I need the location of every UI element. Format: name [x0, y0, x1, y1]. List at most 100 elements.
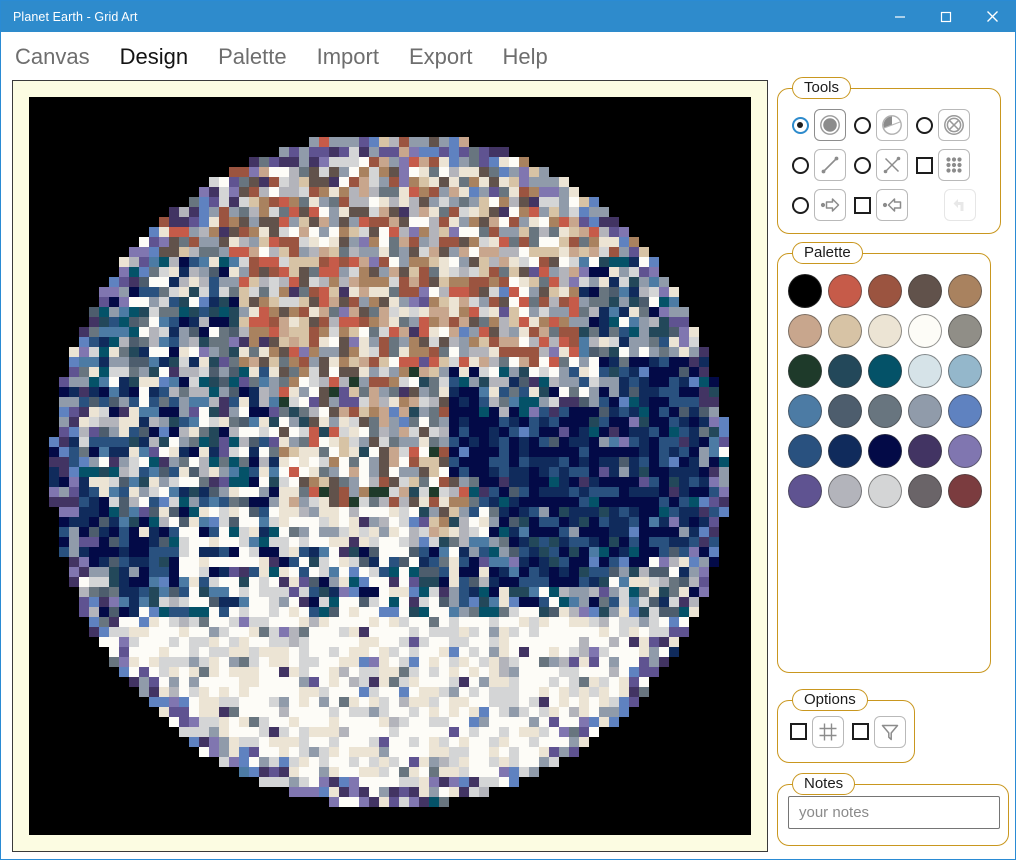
menu-item-import[interactable]: Import [317, 44, 379, 70]
palette-swatch[interactable] [828, 394, 862, 428]
palette-swatch[interactable] [908, 474, 942, 508]
funnel-icon [879, 721, 901, 743]
minimize-button[interactable] [877, 1, 923, 32]
menu-item-palette[interactable]: Palette [218, 44, 287, 70]
palette-swatch[interactable] [788, 314, 822, 348]
canvas-frame [12, 80, 768, 852]
palette-panel: Palette [777, 242, 991, 673]
tool-arrow-left-button[interactable] [876, 189, 908, 221]
maximize-button[interactable] [923, 1, 969, 32]
menu-item-help[interactable]: Help [503, 44, 548, 70]
palette-swatch[interactable] [788, 394, 822, 428]
palette-swatch[interactable] [948, 434, 982, 468]
palette-swatch[interactable] [908, 394, 942, 428]
half-circle-icon [881, 114, 903, 136]
palette-swatch[interactable] [828, 274, 862, 308]
arrow-right-icon [819, 194, 841, 216]
dot-grid-icon [943, 154, 965, 176]
palette-swatch[interactable] [868, 394, 902, 428]
title-bar: Planet Earth - Grid Art [1, 1, 1015, 32]
palette-swatch[interactable] [948, 394, 982, 428]
palette-swatch[interactable] [788, 474, 822, 508]
tool-undo-pair [908, 189, 976, 221]
application-window: Planet Earth - Grid Art Canvas Design Pa… [0, 0, 1016, 860]
palette-swatch[interactable] [868, 354, 902, 388]
tool-filled-circle-button[interactable] [814, 109, 846, 141]
palette-swatch[interactable] [908, 354, 942, 388]
palette-swatch[interactable] [788, 274, 822, 308]
tool-undo-button[interactable] [944, 189, 976, 221]
option-grid-button[interactable] [812, 715, 844, 748]
menu-item-export[interactable]: Export [409, 44, 473, 70]
close-button[interactable] [969, 1, 1015, 32]
window-controls [877, 1, 1015, 32]
tool-dot-grid-button[interactable] [938, 149, 970, 181]
palette-swatch[interactable] [868, 274, 902, 308]
palette-swatch[interactable] [868, 314, 902, 348]
tool-cross-lines-pair [846, 149, 908, 181]
palette-legend: Palette [792, 242, 863, 264]
tool-line-radio[interactable] [792, 156, 809, 174]
palette-swatch[interactable] [948, 474, 982, 508]
tools-rows [778, 89, 1000, 225]
grid-icon [817, 721, 839, 743]
menu-item-canvas[interactable]: Canvas [15, 44, 90, 70]
palette-swatch[interactable] [908, 274, 942, 308]
tool-arrow-left-checkbox[interactable] [854, 196, 871, 214]
tool-filled-circle-radio[interactable] [792, 116, 809, 134]
artwork-canvas[interactable] [29, 97, 751, 835]
tool-dot-grid-checkbox[interactable] [916, 156, 933, 174]
undo-icon [949, 194, 971, 216]
palette-swatch[interactable] [868, 434, 902, 468]
menu-item-design[interactable]: Design [120, 44, 188, 70]
option-grid-pair [782, 715, 844, 748]
palette-swatch[interactable] [828, 474, 862, 508]
tool-arrow-right-button[interactable] [814, 189, 846, 221]
tools-row-1 [784, 105, 1000, 145]
option-grid-checkbox[interactable] [790, 723, 807, 740]
options-legend: Options [792, 689, 868, 711]
tool-line-button[interactable] [814, 149, 846, 181]
options-panel: Options [777, 689, 915, 763]
option-filter-pair [844, 715, 906, 748]
palette-swatch[interactable] [828, 434, 862, 468]
tool-crossed-circle-pair [908, 109, 970, 141]
line-icon [819, 154, 841, 176]
tool-arrow-right-radio[interactable] [792, 196, 809, 214]
palette-swatch[interactable] [828, 354, 862, 388]
tool-crossed-circle-radio[interactable] [916, 116, 933, 134]
option-filter-button[interactable] [874, 715, 906, 748]
palette-swatch[interactable] [908, 314, 942, 348]
tool-half-circle-pair [846, 109, 908, 141]
notes-legend: Notes [792, 773, 856, 795]
palette-swatch[interactable] [868, 474, 902, 508]
tools-spacer [908, 205, 944, 206]
palette-swatches [778, 254, 990, 514]
tool-half-circle-button[interactable] [876, 109, 908, 141]
palette-swatch[interactable] [788, 354, 822, 388]
tool-line-pair [784, 149, 846, 181]
tool-cross-lines-radio[interactable] [854, 156, 871, 174]
tool-arrow-right-pair [784, 189, 846, 221]
palette-swatch[interactable] [908, 434, 942, 468]
tool-cross-lines-button[interactable] [876, 149, 908, 181]
tool-arrow-left-pair [846, 189, 908, 221]
arrow-left-icon [881, 194, 903, 216]
filled-circle-icon [819, 114, 841, 136]
crossed-circle-icon [943, 114, 965, 136]
tools-legend: Tools [792, 77, 852, 99]
menu-bar: Canvas Design Palette Import Export Help [1, 32, 1015, 81]
tool-filled-circle-pair [784, 109, 846, 141]
palette-swatch[interactable] [828, 314, 862, 348]
palette-swatch[interactable] [948, 354, 982, 388]
palette-swatch[interactable] [948, 274, 982, 308]
palette-swatch[interactable] [788, 434, 822, 468]
palette-swatch[interactable] [948, 314, 982, 348]
tool-half-circle-radio[interactable] [854, 116, 871, 134]
option-filter-checkbox[interactable] [852, 723, 869, 740]
notes-input[interactable] [788, 796, 1000, 829]
cross-lines-icon [881, 154, 903, 176]
window-title: Planet Earth - Grid Art [13, 9, 138, 24]
tool-crossed-circle-button[interactable] [938, 109, 970, 141]
notes-panel: Notes [777, 773, 1009, 846]
